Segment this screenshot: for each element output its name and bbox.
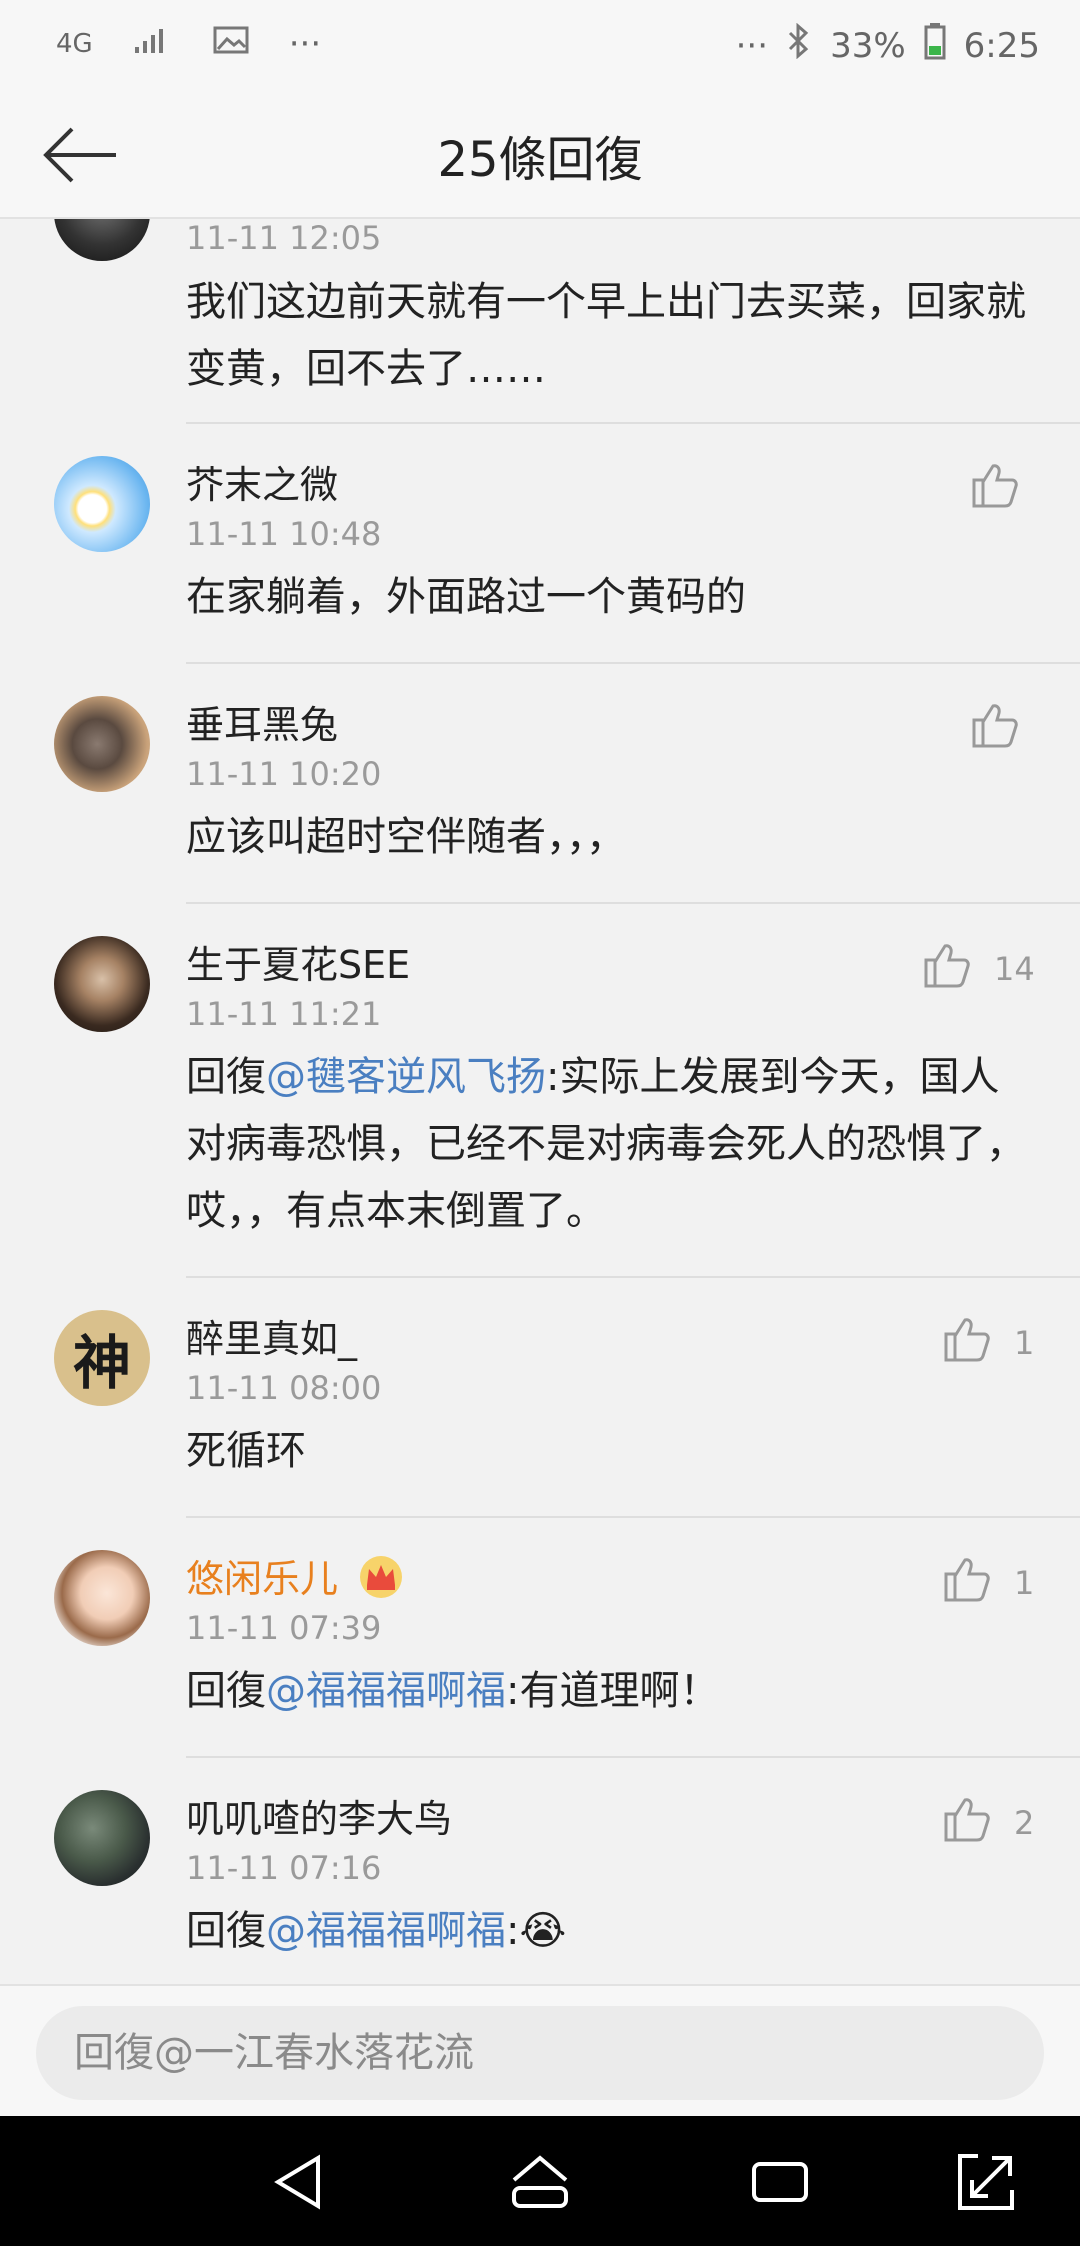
comment-item[interactable]: 11-11 12:05 我们这边前天就有一个早上出门去买菜，回家就变黄，回不去了… — [0, 219, 1080, 424]
comment-time: 11-11 10:20 — [186, 755, 382, 793]
comment-text: 回復@福福福啊福:😭 — [186, 1898, 1036, 1965]
reply-input[interactable] — [36, 2006, 1044, 2100]
avatar[interactable] — [54, 1790, 150, 1886]
comment-item[interactable]: 叽叽喳的李大鸟 11-11 07:16 回復@福福福啊福:😭 2 — [0, 1758, 1080, 1984]
navigation-bar — [0, 2116, 1080, 2246]
avatar[interactable] — [54, 936, 150, 1032]
header: 25條回復 — [0, 90, 1080, 219]
like-button[interactable]: 2 — [942, 1794, 1034, 1852]
reply-prefix: 回復 — [186, 1908, 266, 1954]
username-text: 悠闲乐儿 — [186, 1557, 339, 1601]
bluetooth-icon — [786, 22, 812, 68]
thumbs-up-icon — [970, 460, 1020, 518]
comment-username[interactable]: 垂耳黑兔 — [186, 694, 338, 749]
clock: 6:25 — [963, 25, 1040, 66]
like-count: 2 — [1014, 1804, 1035, 1842]
like-button[interactable] — [970, 460, 1020, 518]
mention-link[interactable]: @福福福啊福 — [266, 1668, 506, 1714]
thumbs-up-icon — [942, 1794, 992, 1852]
like-button[interactable]: 14 — [922, 940, 1035, 998]
comment-text: 回復@福福福啊福:有道理啊！ — [186, 1658, 1036, 1725]
like-count: 1 — [1014, 1564, 1035, 1602]
battery-icon — [924, 22, 946, 69]
comment-item[interactable]: 悠闲乐儿 11-11 07:39 回復@福福福啊福:有道理啊！ 1 — [0, 1518, 1080, 1758]
comment-time: 11-11 10:48 — [186, 515, 382, 553]
more-status-icon: ··· — [735, 25, 769, 66]
avatar[interactable] — [54, 456, 150, 552]
comment-time: 11-11 07:39 — [186, 1609, 382, 1647]
comment-item[interactable]: 神 醉里真如_ 11-11 08:00 死循环 1 — [0, 1278, 1080, 1518]
mention-link[interactable]: @福福福啊福 — [266, 1908, 506, 1954]
comment-text: 在家躺着，外面路过一个黄码的 — [186, 574, 746, 620]
reply-prefix: 回復 — [186, 1668, 266, 1714]
comment-text: 应该叫超时空伴随者，，， — [186, 814, 626, 860]
page-title: 25條回復 — [437, 132, 643, 188]
crying-emoji-icon: 😭 — [519, 1908, 567, 1954]
thumbs-up-icon — [970, 700, 1020, 758]
like-button[interactable] — [970, 700, 1020, 758]
comment-item[interactable]: 垂耳黑兔 11-11 10:20 应该叫超时空伴随者，，， — [0, 664, 1080, 904]
like-count: 14 — [994, 950, 1035, 988]
comment-text: 我们这边前天就有一个早上出门去买菜，回家就变黄，回不去了…… — [186, 279, 1026, 392]
crown-icon — [358, 1555, 404, 1608]
comment-item[interactable]: 生于夏花SEE 11-11 11:21 回復@毽客逆风飞扬:实际上发展到今天，国… — [0, 904, 1080, 1278]
avatar[interactable] — [54, 696, 150, 792]
comment-username[interactable]: 悠闲乐儿 — [186, 1548, 404, 1608]
thumbs-up-icon — [942, 1554, 992, 1612]
home-icon[interactable] — [508, 2150, 572, 2214]
like-button[interactable]: 1 — [942, 1314, 1034, 1372]
avatar-glyph: 神 — [72, 1329, 131, 1397]
reply-bar — [0, 1984, 1080, 2118]
recent-apps-icon[interactable] — [748, 2150, 812, 2214]
expand-icon[interactable] — [954, 2150, 1018, 2214]
battery-percent: 33% — [830, 25, 906, 66]
thumbs-up-icon — [942, 1314, 992, 1372]
comment-text: 死循环 — [186, 1428, 306, 1474]
comment-time: 11-11 11:21 — [186, 995, 382, 1033]
comment-time: 11-11 08:00 — [186, 1369, 382, 1407]
signal-icon — [133, 24, 173, 64]
comment-username[interactable]: 叽叽喳的李大鸟 — [186, 1788, 452, 1843]
avatar[interactable] — [54, 219, 150, 261]
comment-username[interactable]: 醉里真如_ — [186, 1308, 357, 1363]
like-button[interactable]: 1 — [942, 1554, 1034, 1612]
status-bar: 4G ··· ··· 33% 6:25 — [0, 0, 1080, 90]
avatar[interactable]: 神 — [54, 1310, 150, 1406]
back-triangle-icon[interactable] — [268, 2150, 332, 2214]
thumbs-up-icon — [922, 940, 972, 998]
comment-item[interactable]: 芥末之微 11-11 10:48 在家躺着，外面路过一个黄码的 — [0, 424, 1080, 664]
comment-username[interactable]: 生于夏花SEE — [186, 934, 410, 989]
reply-body: : — [506, 1908, 520, 1954]
comment-time: 11-11 07:16 — [186, 1849, 382, 1887]
image-icon — [213, 24, 249, 64]
reply-prefix: 回復 — [186, 1054, 266, 1100]
more-notifications-icon: ··· — [288, 24, 322, 64]
comment-username[interactable]: 芥末之微 — [186, 454, 338, 509]
like-count: 1 — [1014, 1324, 1035, 1362]
avatar[interactable] — [54, 1550, 150, 1646]
network-indicator: 4G — [56, 29, 93, 59]
mention-link[interactable]: @毽客逆风飞扬 — [266, 1054, 546, 1100]
reply-body: :有道理啊！ — [506, 1668, 720, 1714]
comment-list[interactable]: 11-11 12:05 我们这边前天就有一个早上出门去买菜，回家就变黄，回不去了… — [0, 219, 1080, 1984]
comment-time: 11-11 12:05 — [186, 219, 382, 257]
comment-text: 回復@毽客逆风飞扬:实际上发展到今天，国人对病毒恐惧，已经不是对病毒会死人的恐惧… — [186, 1044, 1036, 1245]
